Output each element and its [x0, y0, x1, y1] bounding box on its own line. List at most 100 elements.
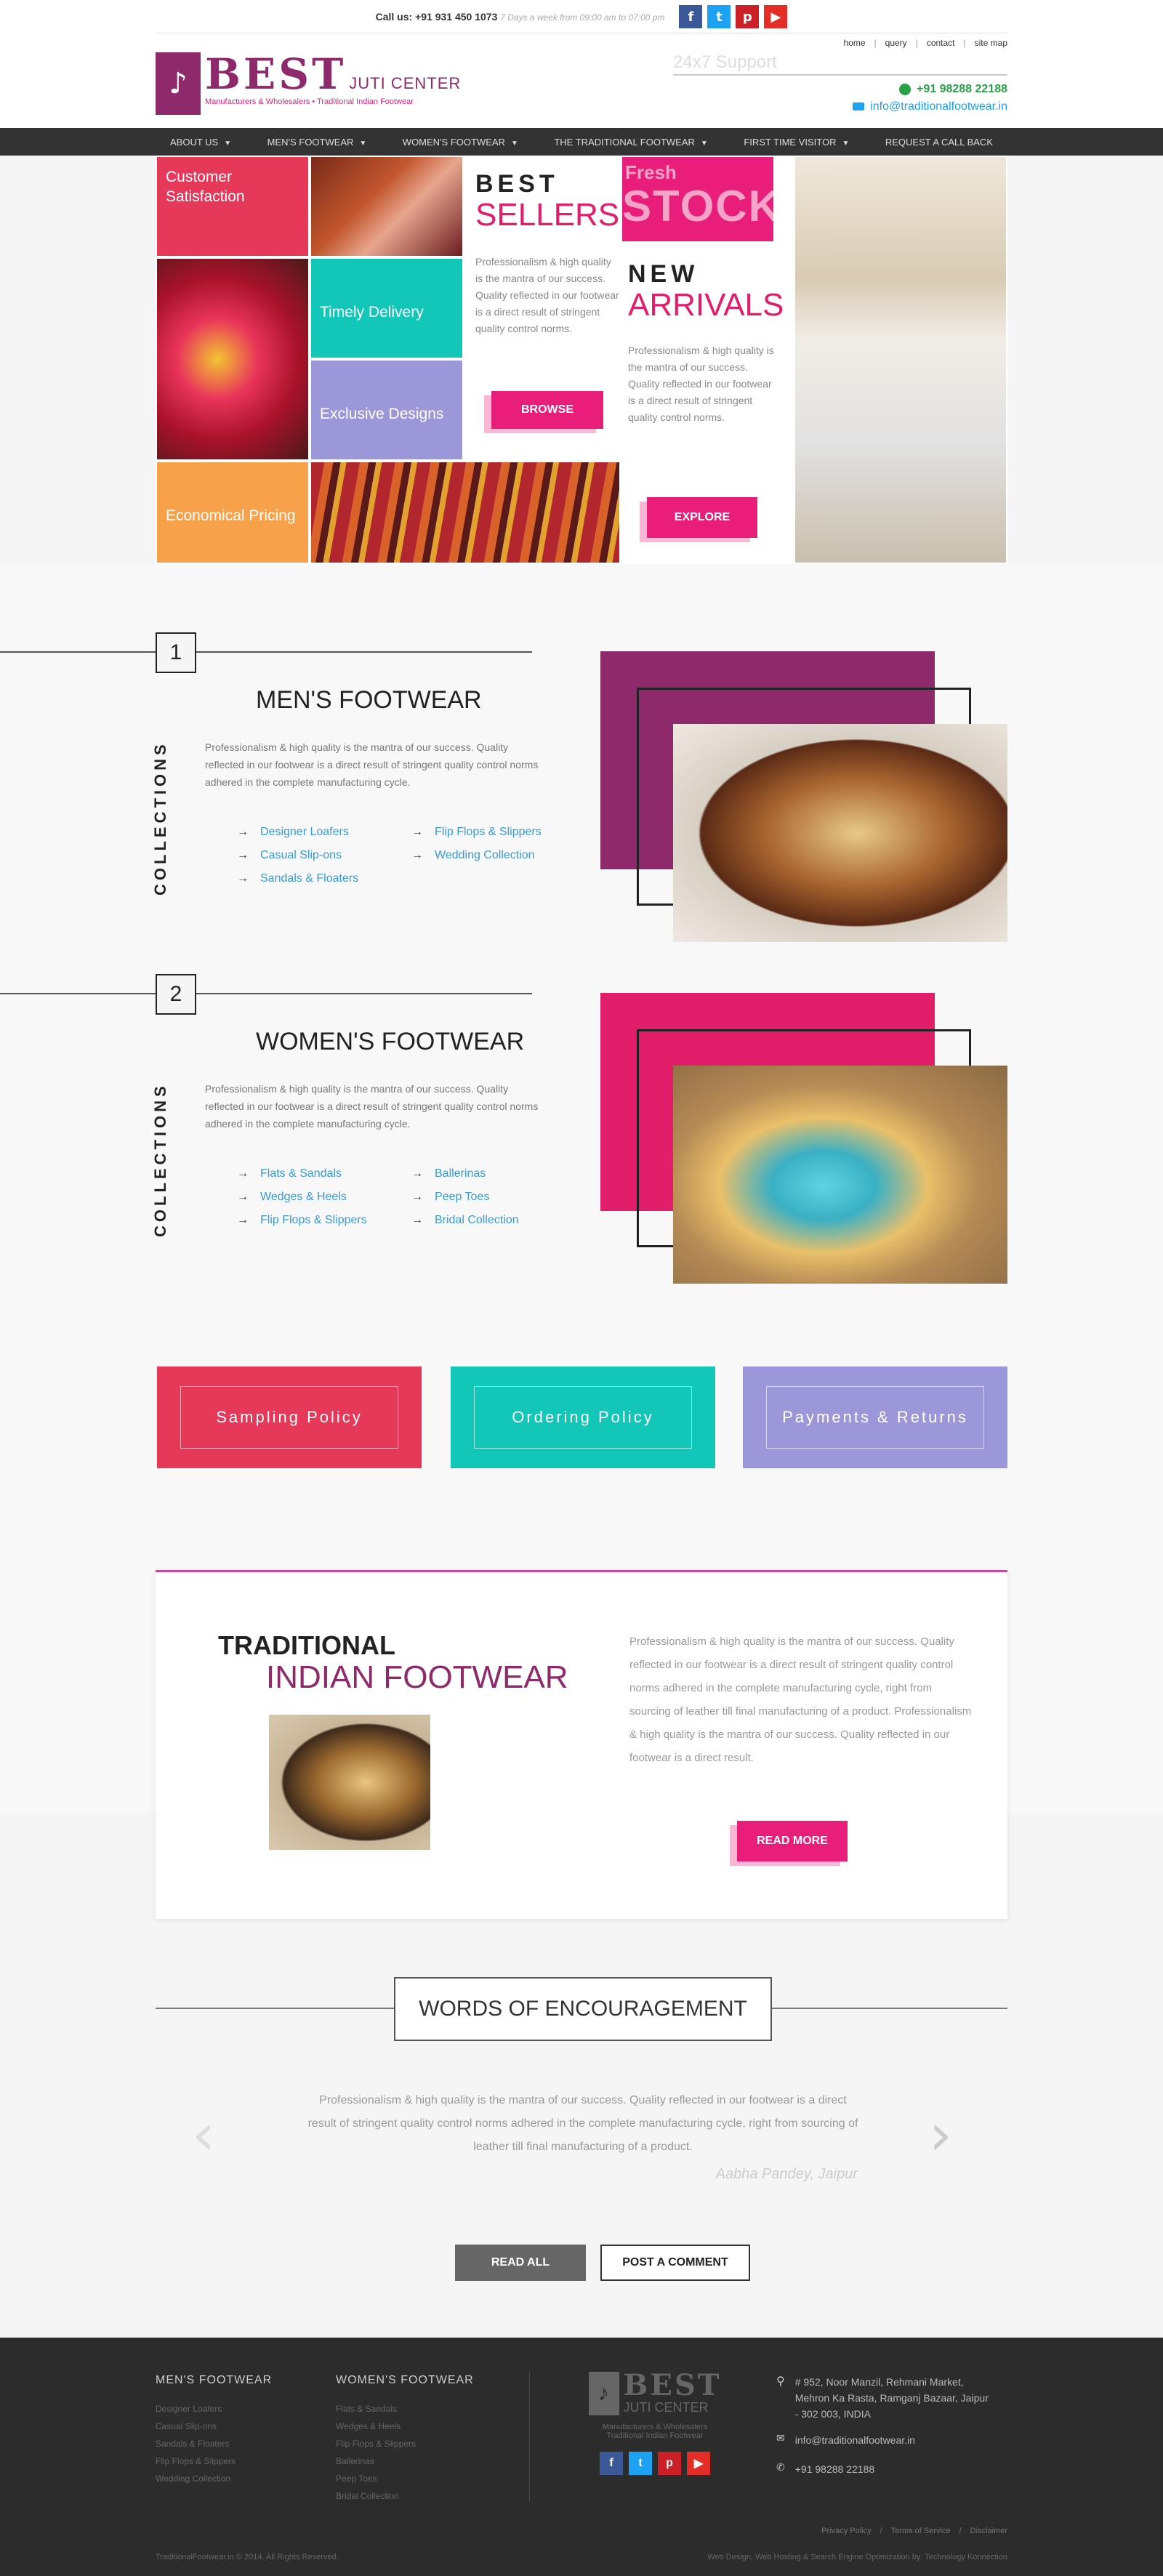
footer-link[interactable]: Flats & Sandals: [336, 2400, 496, 2418]
fresh-label: Fresh: [625, 161, 677, 183]
footer-link[interactable]: Sandals & Floaters: [156, 2435, 315, 2452]
credit[interactable]: Web Design, Web Hosting & Search Engine …: [707, 2553, 1007, 2561]
twitter-icon[interactable]: t: [629, 2452, 652, 2475]
ordering-policy-box[interactable]: Ordering Policy: [451, 1367, 715, 1468]
footer-link[interactable]: Peep Toes: [336, 2470, 496, 2487]
mens-juti-image: [673, 724, 1007, 942]
link-designer-loafers[interactable]: → Designer Loafers: [237, 826, 411, 839]
nav-traditional-footwear[interactable]: THE TRADITIONAL FOOTWEAR ▼: [539, 137, 722, 148]
section-line: [0, 993, 532, 994]
youtube-icon[interactable]: ▶: [764, 5, 788, 28]
mens-footwear-text: Professionalism & high quality is the ma…: [205, 741, 539, 788]
arrow-right-icon: →: [237, 1191, 249, 1203]
footer-link[interactable]: Ballerinas: [336, 2452, 496, 2470]
best-sellers-text: Professionalism & high quality is the ma…: [475, 256, 619, 334]
footer-email[interactable]: info@traditionalfootwear.in: [795, 2432, 915, 2448]
read-all-button[interactable]: READ ALL: [455, 2245, 586, 2281]
link-peep-toes[interactable]: → Peep Toes: [411, 1191, 586, 1204]
link-ballerinas[interactable]: → Ballerinas: [411, 1167, 586, 1180]
terms-link[interactable]: Terms of Service: [891, 2527, 951, 2535]
womens-footwear-text: Professionalism & high quality is the ma…: [205, 1083, 539, 1130]
footer-logo-juti: JUTI CENTER: [623, 2400, 709, 2415]
caret-down-icon: ▼: [510, 139, 518, 148]
logo-best: BEST: [205, 49, 347, 99]
footer-contact: ⚲ # 952, Noor Manzil, Rehmani Market, Me…: [776, 2374, 994, 2477]
support-phone[interactable]: +91 98288 22188: [673, 83, 1007, 96]
womens-juti-image: [673, 1066, 1007, 1284]
explore-button[interactable]: EXPLORE: [647, 497, 757, 538]
footer-logo[interactable]: ♪ BEST JUTI CENTER Manufacturers & Whole…: [580, 2371, 730, 2475]
sitemap-link[interactable]: site map: [975, 38, 1007, 48]
support-email[interactable]: info@traditionalfootwear.in: [673, 100, 1007, 113]
logo[interactable]: ♪ BEST JUTI CENTER Manufacturers & Wholes…: [156, 52, 461, 115]
header: Call us: +91 931 450 1073 7 Days a week …: [0, 0, 1163, 128]
read-more-button[interactable]: READ MORE: [737, 1821, 848, 1861]
link-bridal-collection[interactable]: → Bridal Collection: [411, 1214, 586, 1227]
top-phone[interactable]: +91 931 450 1073: [415, 11, 497, 23]
nav-request-call-back[interactable]: REQUEST A CALL BACK: [871, 137, 1007, 148]
link-wedges-heels[interactable]: → Wedges & Heels: [237, 1191, 411, 1204]
link-flats-sandals[interactable]: → Flats & Sandals: [237, 1167, 411, 1180]
ordering-policy-label: Ordering Policy: [474, 1386, 692, 1449]
hours: 7 Days a week from 09:00 am to 07:00 pm: [500, 12, 665, 23]
facebook-icon[interactable]: f: [679, 5, 703, 28]
payments-returns-box[interactable]: Payments & Returns: [743, 1367, 1007, 1468]
support-title: 24x7 Support: [673, 52, 1007, 76]
link-flip-flops-slippers-women[interactable]: → Flip Flops & Slippers: [237, 1214, 411, 1227]
footer-link[interactable]: Bridal Collection: [336, 2487, 496, 2505]
caret-down-icon: ▼: [700, 139, 708, 148]
link-flip-flops-slippers[interactable]: → Flip Flops & Slippers: [411, 826, 586, 839]
footer-link[interactable]: Flip Flops & Slippers: [156, 2452, 315, 2470]
pinterest-icon[interactable]: p: [736, 5, 760, 28]
link-wedding-collection[interactable]: → Wedding Collection: [411, 849, 586, 862]
pinterest-icon[interactable]: p: [658, 2452, 681, 2475]
tile-customer-satisfaction: Customer Satisfaction: [157, 157, 308, 256]
footer-phone[interactable]: +91 98288 22188: [795, 2461, 874, 2477]
footer-divider: [529, 2371, 530, 2502]
footer-link[interactable]: Flip Flops & Slippers: [336, 2435, 496, 2452]
whatsapp-icon: [898, 83, 911, 95]
browse-button[interactable]: BROWSE: [491, 391, 603, 429]
footer-link[interactable]: Designer Loafers: [156, 2400, 315, 2418]
logo-juti: JUTI CENTER: [349, 74, 462, 92]
nav-about-us[interactable]: ABOUT US ▼: [156, 137, 246, 148]
arrow-right-icon: →: [411, 1167, 423, 1180]
privacy-policy-link[interactable]: Privacy Policy: [821, 2527, 871, 2535]
traditional-text: Professionalism & high quality is the ma…: [629, 1635, 972, 1764]
footer-link[interactable]: Wedges & Heels: [336, 2418, 496, 2435]
footer-address: # 952, Noor Manzil, Rehmani Market, Mehr…: [794, 2376, 989, 2420]
youtube-icon[interactable]: ▶: [687, 2452, 710, 2475]
mehndi-feet-image: [311, 157, 462, 256]
section-line: [0, 651, 532, 653]
best-sellers-title-1: BEST: [475, 170, 559, 198]
traditional-title-2: INDIAN FOOTWEAR: [266, 1659, 568, 1695]
home-link[interactable]: home: [844, 38, 866, 48]
mens-footwear-title: MEN'S FOOTWEAR: [256, 686, 482, 714]
query-link[interactable]: query: [885, 38, 907, 48]
traditional-juti-image: [269, 1715, 430, 1850]
nav-mens-footwear[interactable]: MEN'S FOOTWEAR ▼: [253, 137, 382, 148]
hero: Customer Satisfaction Timely Delivery Ex…: [156, 156, 1007, 564]
link-sandals-floaters[interactable]: → Sandals & Floaters: [237, 872, 411, 885]
link-casual-slip-ons[interactable]: → Casual Slip-ons: [237, 849, 411, 862]
chevron-left-icon[interactable]: ‹: [192, 2101, 215, 2168]
chevron-right-icon[interactable]: ›: [929, 2101, 952, 2168]
arrow-right-icon: →: [237, 826, 249, 838]
collections-vertical-label: COLLECTIONS: [151, 1082, 169, 1237]
contact-link[interactable]: contact: [927, 38, 955, 48]
arrow-right-icon: →: [237, 1167, 249, 1180]
logo-tagline: Manufacturers & Wholesalers • Traditiona…: [205, 97, 414, 106]
footer-link[interactable]: Wedding Collection: [156, 2470, 315, 2487]
facebook-icon[interactable]: f: [600, 2452, 623, 2475]
footer-link[interactable]: Casual Slip-ons: [156, 2418, 315, 2435]
nav-first-time-visitor[interactable]: FIRST TIME VISITOR ▼: [729, 137, 864, 148]
best-sellers-block: BEST SELLERS Professionalism & high qual…: [475, 170, 621, 337]
nav-womens-footwear[interactable]: WOMEN'S FOOTWEAR ▼: [388, 137, 533, 148]
footer-logo-mark-icon: ♪: [588, 2371, 619, 2415]
traditional-section: TRADITIONAL INDIAN FOOTWEAR Professional…: [156, 1570, 1007, 1919]
post-comment-button[interactable]: POST A COMMENT: [600, 2245, 750, 2281]
sampling-policy-box[interactable]: Sampling Policy: [157, 1367, 422, 1468]
twitter-icon[interactable]: t: [707, 5, 731, 28]
tile-exclusive-designs: Exclusive Designs: [311, 361, 462, 459]
disclaimer-link[interactable]: Disclaimer: [970, 2527, 1007, 2535]
